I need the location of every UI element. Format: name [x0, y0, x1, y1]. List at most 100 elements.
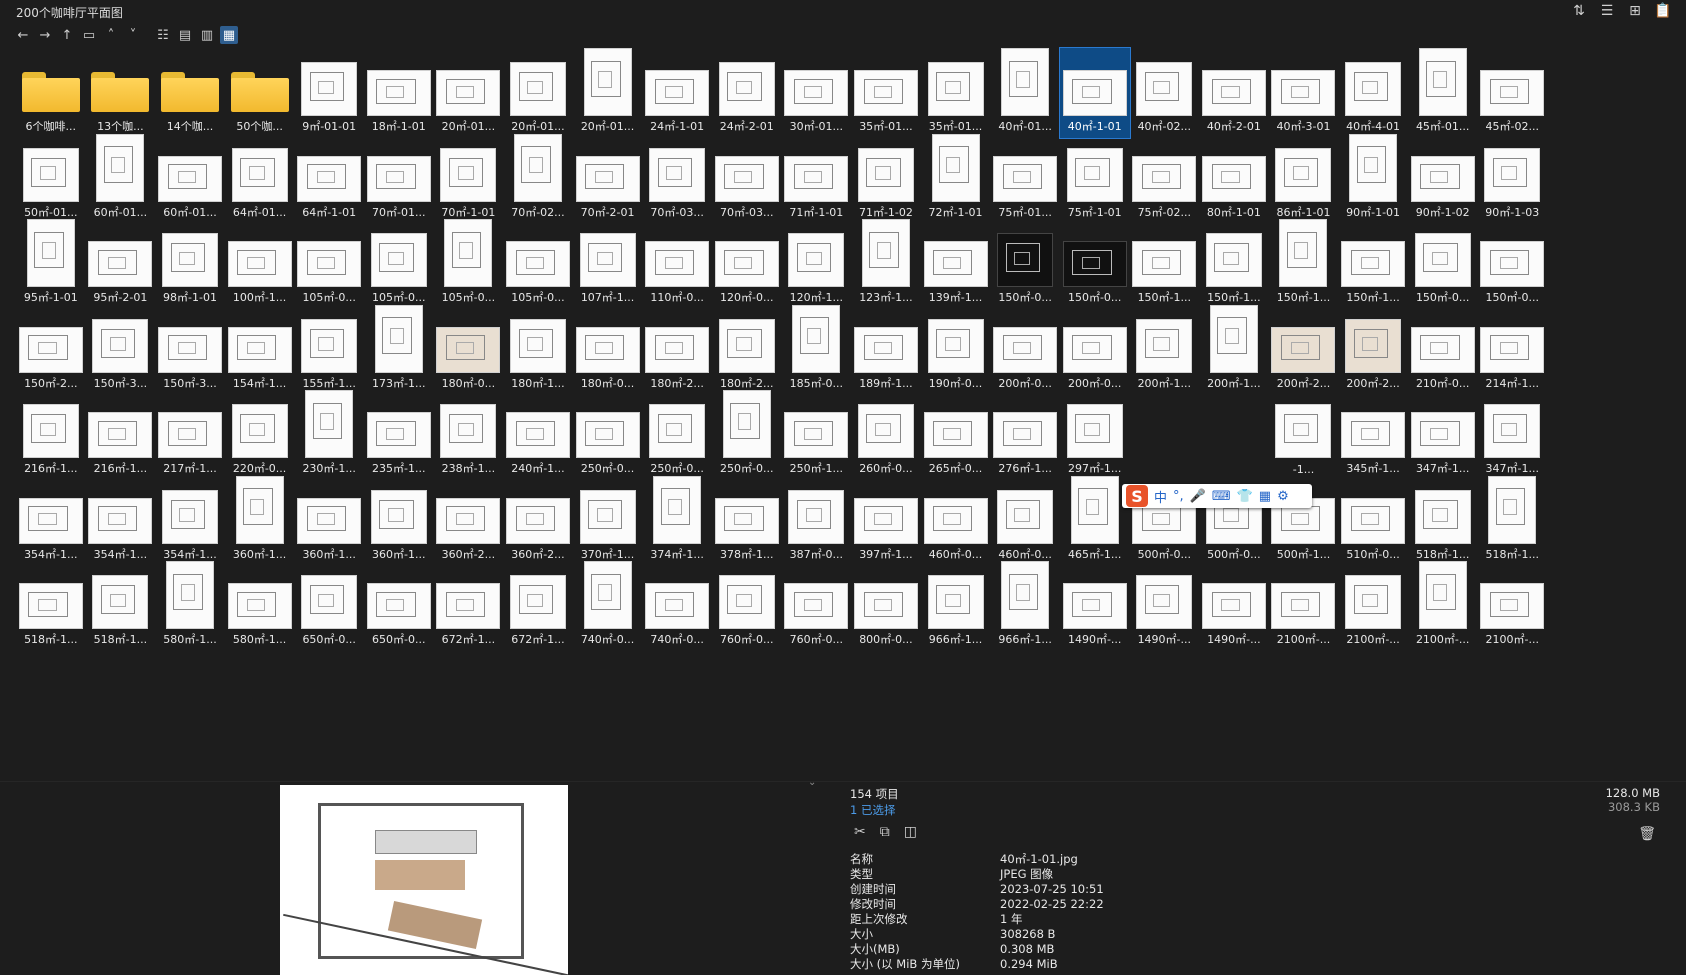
file-item[interactable]: 173㎡-1... [364, 304, 434, 395]
file-item[interactable]: 20㎡-01... [434, 48, 504, 138]
file-item[interactable]: 105㎡-0... [434, 219, 504, 309]
file-item[interactable]: 397㎡-1... [851, 476, 921, 566]
file-item[interactable]: 6个咖啡... [16, 48, 86, 138]
file-item[interactable]: 45㎡-01... [1408, 48, 1478, 138]
file-item[interactable]: 80㎡-1-01 [1199, 134, 1269, 224]
file-item[interactable]: 200㎡-0... [990, 305, 1060, 395]
file-item[interactable]: 1490㎡-... [1199, 561, 1269, 651]
file-item[interactable]: 378㎡-1... [712, 476, 782, 566]
file-item[interactable]: 210㎡-0... [1408, 305, 1478, 395]
ime-logo-icon[interactable]: S [1126, 485, 1148, 507]
file-item[interactable]: 40㎡-2-01 [1199, 48, 1269, 138]
file-item[interactable]: 95㎡-1-01 [16, 219, 86, 309]
file-item[interactable]: 740㎡-0... [642, 561, 712, 651]
file-item[interactable]: 276㎡-1... [990, 390, 1060, 480]
file-item[interactable]: 580㎡-1... [155, 561, 225, 651]
file-item[interactable]: 35㎡-01... [851, 48, 921, 138]
preview-divider[interactable] [0, 781, 1686, 782]
file-item[interactable]: 200㎡-0... [1060, 305, 1130, 395]
file-item[interactable]: 347㎡-1... [1408, 390, 1478, 480]
file-item[interactable]: 360㎡-2... [503, 476, 573, 566]
file-item[interactable]: 18㎡-1-01 [364, 48, 434, 138]
selected-count[interactable]: 1 已选择 [850, 802, 895, 818]
file-item[interactable]: 98㎡-1-01 [155, 219, 225, 309]
file-item[interactable]: 360㎡-1... [225, 475, 295, 566]
file-item[interactable]: 510㎡-0... [1338, 476, 1408, 566]
file-item[interactable]: 2100㎡-... [1269, 561, 1339, 651]
file-item[interactable]: 105㎡-0... [503, 219, 573, 309]
file-item[interactable]: 150㎡-1... [1269, 219, 1339, 309]
forward-arrow-icon[interactable]: → [36, 26, 54, 44]
compare-icon[interactable]: ◫ [904, 824, 917, 840]
file-item[interactable]: 180㎡-1... [503, 305, 573, 395]
file-item[interactable]: 370㎡-1... [573, 476, 643, 566]
file-item[interactable]: 760㎡-0... [712, 561, 782, 651]
file-item[interactable]: 86㎡-1-01 [1269, 134, 1339, 224]
file-item[interactable]: 2100㎡-... [1477, 561, 1547, 651]
file-item[interactable]: 650㎡-0... [364, 561, 434, 651]
file-item[interactable]: 250㎡-1... [782, 390, 852, 480]
file-item[interactable]: 354㎡-1... [16, 476, 86, 566]
ime-settings-icon[interactable]: ⚙ [1277, 489, 1289, 504]
file-item[interactable]: 71㎡-1-01 [782, 134, 852, 224]
file-item[interactable]: 40㎡-1-01 [1058, 47, 1131, 139]
skin-icon[interactable]: 👕 [1237, 489, 1253, 504]
new-window-icon[interactable]: ⊞ [1626, 2, 1644, 20]
file-item[interactable]: 387㎡-0... [782, 476, 852, 566]
file-item[interactable]: 139㎡-1... [921, 219, 991, 309]
file-item[interactable]: 200㎡-2... [1338, 305, 1408, 395]
file-item[interactable]: 360㎡-2... [434, 476, 504, 566]
file-item[interactable]: 180㎡-0... [573, 305, 643, 395]
file-item[interactable]: 180㎡-0... [434, 305, 504, 395]
toolbox-icon[interactable]: ▦ [1259, 489, 1271, 504]
file-item[interactable]: 297㎡-1... [1060, 390, 1130, 480]
file-item[interactable]: 150㎡-3... [86, 305, 156, 395]
file-item[interactable]: 100㎡-1... [225, 219, 295, 309]
file-item[interactable]: 2100㎡-... [1408, 561, 1478, 651]
ime-punctuation[interactable]: °, [1173, 489, 1184, 504]
file-item[interactable]: 180㎡-2... [642, 305, 712, 395]
file-item[interactable]: 518㎡-1... [86, 561, 156, 651]
file-item[interactable]: 150㎡-0... [1477, 219, 1547, 309]
file-item[interactable]: 107㎡-1... [573, 219, 643, 309]
microphone-icon[interactable]: 🎤 [1190, 489, 1206, 504]
file-item[interactable]: 24㎡-1-01 [642, 48, 712, 138]
file-item[interactable]: 374㎡-1... [642, 475, 712, 566]
file-item[interactable]: 40㎡-3-01 [1269, 48, 1339, 138]
file-item[interactable]: 150㎡-1... [1130, 219, 1200, 309]
file-item[interactable]: -1... [1269, 390, 1339, 480]
file-item[interactable]: 966㎡-1... [990, 561, 1060, 651]
ime-toolbar[interactable]: S 中 °, 🎤 ⌨ 👕 ▦ ⚙ [1122, 484, 1312, 508]
file-item[interactable]: 20㎡-01... [573, 48, 643, 138]
file-item[interactable]: 217㎡-1... [155, 390, 225, 480]
file-item[interactable]: 345㎡-1... [1338, 390, 1408, 480]
file-item[interactable]: 966㎡-1... [921, 561, 991, 651]
file-item[interactable]: 360㎡-1... [364, 476, 434, 566]
file-item[interactable]: 354㎡-1... [86, 476, 156, 566]
file-item[interactable]: 110㎡-0... [642, 219, 712, 309]
file-item[interactable]: 672㎡-1... [434, 561, 504, 651]
file-item[interactable]: 518㎡-1... [1477, 475, 1547, 566]
file-item[interactable]: 70㎡-03... [712, 134, 782, 224]
file-item[interactable]: 70㎡-01... [364, 134, 434, 224]
file-item[interactable]: 70㎡-1-01 [434, 134, 504, 224]
file-item[interactable]: 24㎡-2-01 [712, 48, 782, 138]
back-arrow-icon[interactable]: ← [14, 26, 32, 44]
file-item[interactable]: 260㎡-0... [851, 390, 921, 480]
file-item[interactable]: 105㎡-0... [294, 219, 364, 309]
file-item[interactable]: 30㎡-01... [782, 48, 852, 138]
file-item[interactable]: 354㎡-1... [155, 476, 225, 566]
file-item[interactable]: 800㎡-0... [851, 561, 921, 651]
file-item[interactable]: 60㎡-01... [86, 133, 156, 224]
file-item[interactable]: 347㎡-1... [1477, 390, 1547, 480]
file-item[interactable]: 360㎡-1... [294, 476, 364, 566]
file-item[interactable]: 230㎡-1... [294, 390, 364, 480]
up-arrow-icon[interactable]: ↑ [58, 26, 76, 44]
file-item[interactable]: 105㎡-0... [364, 219, 434, 309]
file-item[interactable]: 35㎡-01... [921, 48, 991, 138]
keyboard-icon[interactable]: ⌨ [1212, 489, 1231, 504]
file-item[interactable]: 460㎡-0... [921, 476, 991, 566]
file-item[interactable] [1199, 390, 1269, 480]
file-item[interactable]: 465㎡-1... [1060, 475, 1130, 566]
file-item[interactable]: 518㎡-1... [1408, 476, 1478, 566]
